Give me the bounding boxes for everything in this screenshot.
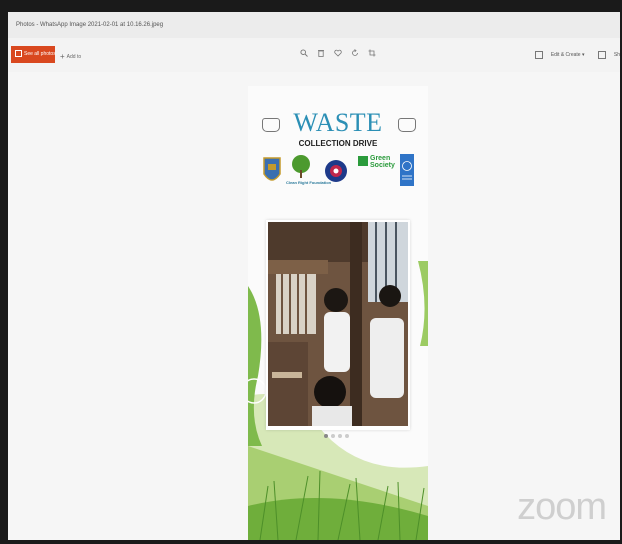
add-to-button[interactable]: + Add to xyxy=(60,52,81,61)
share-button[interactable]: Sh xyxy=(592,51,620,59)
carousel-dot[interactable] xyxy=(345,434,349,438)
carousel-dot[interactable] xyxy=(338,434,342,438)
photos-app-window: Photos - WhatsApp Image 2021-02-01 at 10… xyxy=(8,12,620,540)
university-emblem-icon xyxy=(263,157,281,181)
un-logo-icon xyxy=(400,154,414,186)
delete-icon[interactable] xyxy=(317,49,325,57)
image-viewer[interactable]: WASTE COLLECTION DRIVE Clean Right Found… xyxy=(8,72,620,540)
edit-icon xyxy=(534,51,543,59)
zoom-watermark: zoom xyxy=(517,486,607,528)
photos-icon xyxy=(15,50,22,58)
share-icon xyxy=(597,51,606,59)
add-to-label: Add to xyxy=(66,53,82,60)
children-at-shop-photo xyxy=(268,222,408,426)
photo-scene xyxy=(268,222,408,426)
title-bar: Photos - WhatsApp Image 2021-02-01 at 10… xyxy=(8,12,620,39)
tree-logo-icon xyxy=(292,155,310,178)
rotate-icon[interactable] xyxy=(351,49,359,57)
edit-create-button[interactable]: Edit & Create ▾ xyxy=(529,51,584,59)
zoom-icon[interactable] xyxy=(300,49,308,57)
photo-toolbar: See all photos +Add to Edit & Create ▾ xyxy=(8,38,620,72)
poster-heading: WASTE xyxy=(293,108,383,137)
share-label: Sh xyxy=(613,52,620,59)
favorite-icon[interactable] xyxy=(334,49,342,57)
see-all-photos-button[interactable]: See all photos xyxy=(11,46,56,63)
poster-subheading: COLLECTION DRIVE xyxy=(298,139,378,148)
partner-logos: Clean Right Foundation Green Society xyxy=(262,154,414,188)
edit-create-label: Edit & Create xyxy=(550,52,581,59)
plus-icon: + xyxy=(60,52,65,61)
carousel-dot[interactable] xyxy=(324,434,328,438)
center-tools xyxy=(300,49,376,61)
crop-icon[interactable] xyxy=(368,49,376,57)
poster-image: WASTE COLLECTION DRIVE Clean Right Found… xyxy=(248,86,428,540)
window-title: Photos - WhatsApp Image 2021-02-01 at 10… xyxy=(16,22,164,28)
photo-frame xyxy=(266,220,410,430)
right-tools: Edit & Create ▾ Sh xyxy=(523,51,620,59)
partner-text-green-society: Green Society xyxy=(370,155,395,169)
carousel-dots xyxy=(324,434,349,438)
carousel-dot[interactable] xyxy=(331,434,335,438)
see-all-photos-label: See all photos xyxy=(24,51,56,57)
green-society-icon xyxy=(358,156,368,166)
rotary-logo-icon xyxy=(325,160,347,182)
